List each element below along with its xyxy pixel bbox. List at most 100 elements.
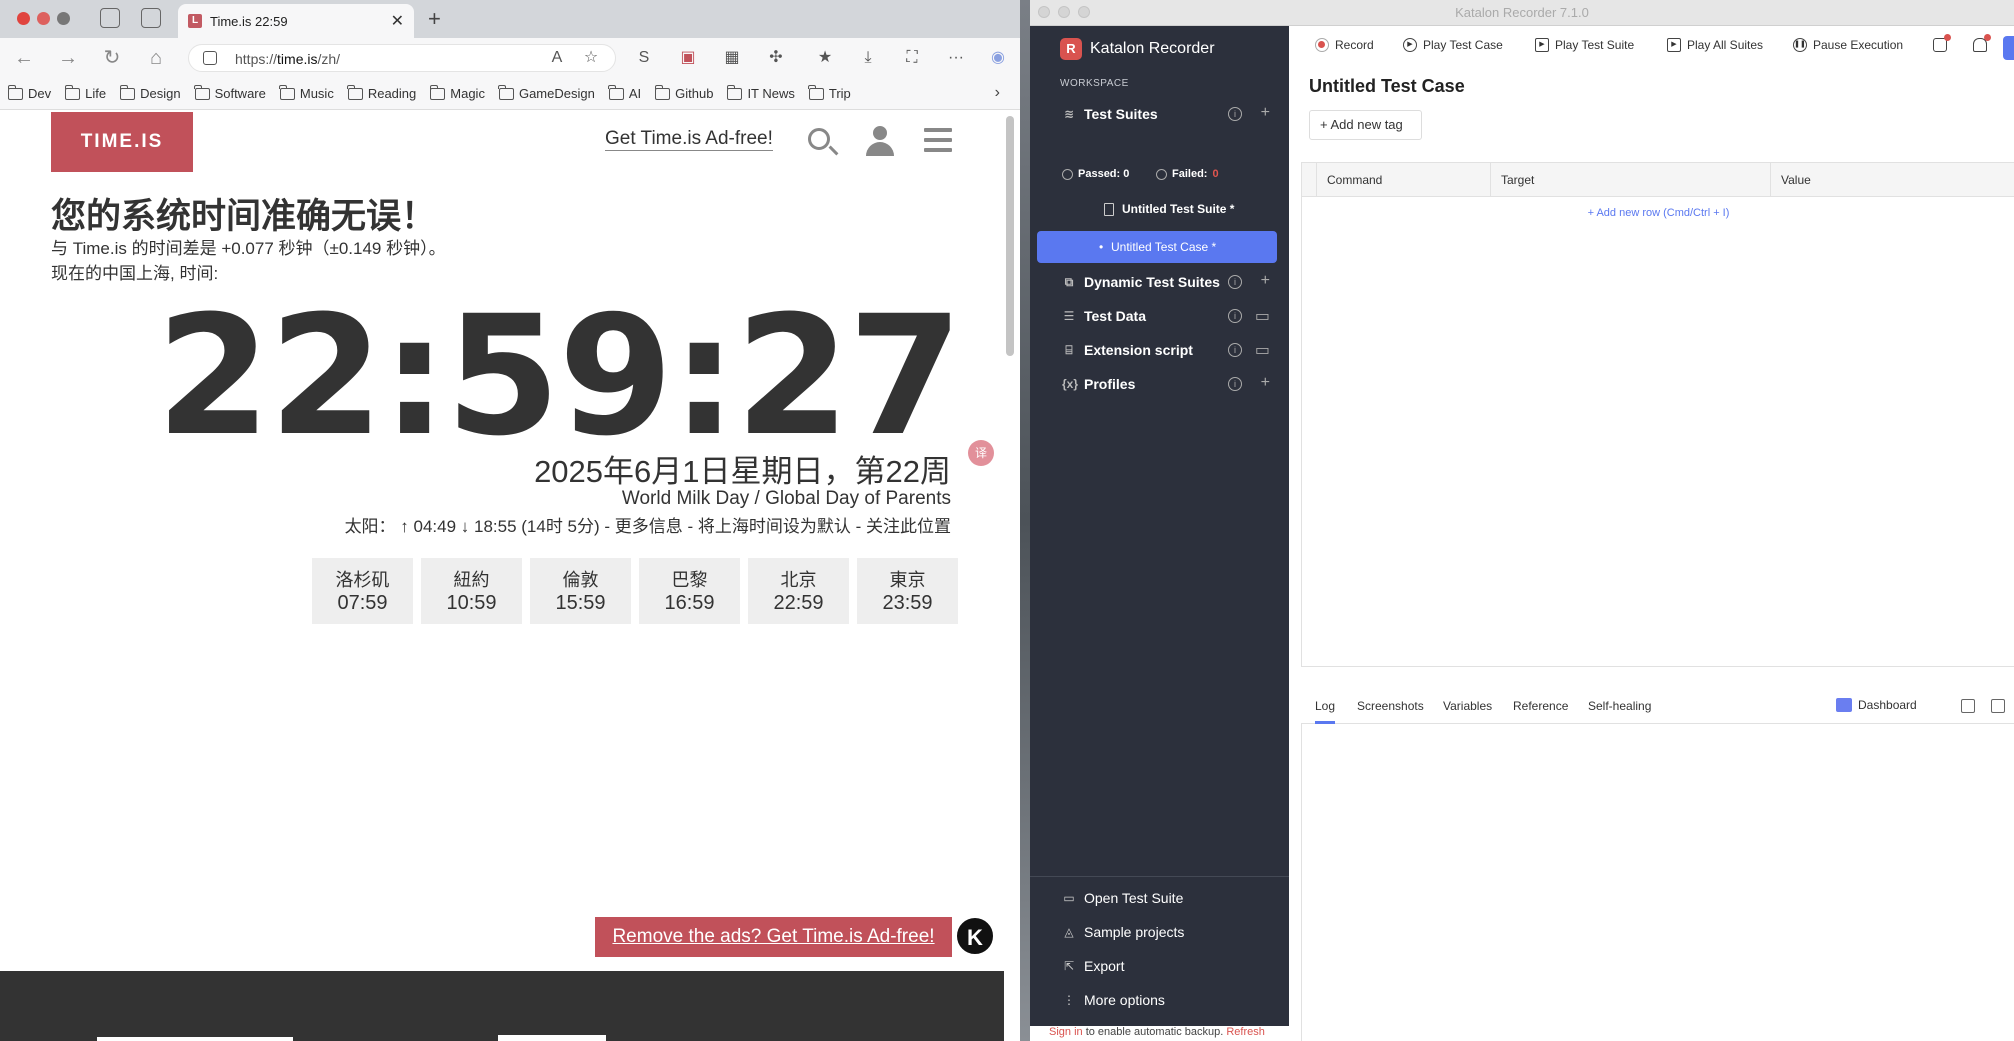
sidebar-test-suites[interactable]: ≋ Test Suites i + — [1062, 102, 1282, 126]
add-icon[interactable]: + — [1261, 104, 1270, 122]
sidebar-profiles[interactable]: {x} Profiles i + — [1062, 372, 1282, 396]
refresh-link[interactable]: Refresh — [1226, 1026, 1265, 1038]
add-icon[interactable]: + — [1261, 272, 1270, 290]
info-icon[interactable]: i — [1228, 343, 1242, 357]
folder-icon — [194, 84, 210, 100]
city-card[interactable]: 洛杉矶 07:59 — [312, 558, 413, 624]
backup-status-bar: Sign in to enable automatic backup. Refr… — [1030, 1026, 1289, 1041]
add-new-row-link[interactable]: + Add new row (Cmd/Ctrl + I) — [1302, 207, 2014, 219]
city-card[interactable]: 北京 22:59 — [748, 558, 849, 624]
bookmark-folder[interactable]: Github — [654, 84, 713, 101]
bookmark-folder[interactable]: Music — [279, 84, 334, 101]
favorites-icon[interactable]: ★ — [815, 48, 835, 68]
bookmark-folder[interactable]: Magic — [429, 84, 485, 101]
tab-self-healing[interactable]: Self-healing — [1588, 699, 1651, 713]
chevron-right-icon[interactable]: › — [995, 84, 1000, 102]
tab-actions-icon[interactable] — [141, 8, 161, 28]
more-options-button[interactable]: ⋮ More options — [1062, 992, 1165, 1008]
bookmark-folder[interactable]: IT News — [726, 84, 795, 101]
close-window-button[interactable] — [17, 12, 30, 25]
translate-icon[interactable]: 译 — [968, 440, 994, 466]
play-test-suite-button[interactable]: ▶ Play Test Suite — [1535, 38, 1634, 52]
downloads-icon[interactable]: ⤓ — [858, 48, 878, 68]
favorite-star-icon[interactable]: ☆ — [581, 48, 601, 68]
tab-time-is[interactable]: L Time.is 22:59 ✕ — [178, 4, 414, 38]
event-line[interactable]: World Milk Day / Global Day of Parents — [622, 488, 951, 510]
time-is-logo[interactable]: TIME.IS — [51, 112, 193, 172]
bookmark-folder[interactable]: Software — [194, 84, 266, 101]
folder-icon — [7, 84, 23, 100]
sidebar-extension-script[interactable]: ⌸ Extension script i ▭ — [1062, 338, 1282, 362]
trash-icon[interactable] — [1991, 699, 2005, 713]
extensions-puzzle-icon[interactable]: ✣ — [766, 48, 786, 68]
add-icon[interactable]: + — [1261, 374, 1270, 392]
tab-variables[interactable]: Variables — [1443, 699, 1492, 713]
screenshot-icon[interactable]: ⛶ — [902, 48, 922, 68]
info-icon[interactable]: i — [1228, 377, 1242, 391]
bookmark-folder[interactable]: Life — [64, 84, 106, 101]
record-button[interactable]: Record — [1315, 38, 1374, 52]
bookmark-folder[interactable]: Trip — [808, 84, 851, 101]
tab-log[interactable]: Log — [1315, 699, 1336, 724]
city-card[interactable]: 東京 23:59 — [857, 558, 958, 624]
sign-in-link[interactable]: Sign in — [1049, 1026, 1083, 1038]
save-log-icon[interactable] — [1961, 699, 1975, 713]
hamburger-menu-icon[interactable] — [924, 128, 952, 158]
info-icon[interactable]: i — [1228, 275, 1242, 289]
forward-icon[interactable]: → — [56, 46, 80, 70]
bookmark-folder[interactable]: Reading — [347, 84, 416, 101]
bookmark-folder[interactable]: Design — [119, 84, 181, 101]
add-new-tag-button[interactable]: + Add new tag — [1309, 110, 1422, 140]
pause-execution-button[interactable]: ❚❚ Pause Execution — [1793, 38, 1903, 52]
test-case-item-selected[interactable]: Untitled Test Case * — [1037, 231, 1277, 263]
remove-ads-banner[interactable]: Remove the ads? Get Time.is Ad-free! — [595, 917, 952, 957]
search-icon[interactable] — [808, 128, 830, 150]
user-icon[interactable] — [866, 126, 894, 158]
report-icon[interactable] — [1933, 34, 1951, 52]
profile-icon[interactable] — [100, 8, 120, 28]
minimize-window-button[interactable] — [37, 12, 50, 25]
export-button[interactable]: ⇱ Export — [1062, 958, 1125, 974]
home-icon[interactable]: ⌂ — [144, 46, 168, 70]
katalon-k-icon[interactable]: K — [955, 916, 995, 956]
tab-reference[interactable]: Reference — [1513, 699, 1568, 713]
sidebar-test-data[interactable]: ☰ Test Data i ▭ — [1062, 304, 1282, 328]
tab-screenshots[interactable]: Screenshots — [1357, 699, 1424, 713]
copilot-icon[interactable]: ◉ — [988, 48, 1008, 68]
zoom-window-button[interactable] — [57, 12, 70, 25]
bookmark-folder[interactable]: GameDesign — [498, 84, 595, 101]
extension-grid-icon[interactable]: ▦ — [722, 48, 742, 68]
address-bar[interactable]: https://time.is/zh/ A ☆ — [188, 44, 616, 72]
bookmark-folder[interactable]: AI — [608, 84, 641, 101]
back-icon[interactable]: ← — [12, 46, 36, 70]
test-suite-item[interactable]: Untitled Test Suite * — [1104, 202, 1234, 216]
close-tab-icon[interactable]: ✕ — [391, 11, 404, 31]
sun-info-line[interactable]: 太阳： ↑ 04:49 ↓ 18:55 (14时 5分) - 更多信息 - 将上… — [345, 512, 951, 537]
read-aloud-icon[interactable]: A — [547, 48, 567, 68]
sidebar-dynamic-test-suites[interactable]: ⧉ Dynamic Test Suites i + — [1062, 270, 1282, 294]
upgrade-button-edge[interactable] — [2003, 36, 2014, 60]
city-card[interactable]: 倫敦 15:59 — [530, 558, 631, 624]
new-tab-button[interactable]: + — [428, 6, 441, 32]
more-icon[interactable]: ··· — [946, 48, 966, 68]
info-icon[interactable]: i — [1228, 309, 1242, 323]
sample-projects-button[interactable]: ◬ Sample projects — [1062, 924, 1184, 940]
bookmark-folder[interactable]: Dev — [7, 84, 51, 101]
dashboard-button[interactable]: Dashboard — [1836, 698, 1917, 712]
folder-open-icon[interactable]: ▭ — [1255, 340, 1270, 360]
play-test-case-button[interactable]: ▶ Play Test Case — [1403, 38, 1503, 52]
info-icon[interactable]: i — [1228, 107, 1242, 121]
play-all-suites-button[interactable]: ▶ Play All Suites — [1667, 38, 1763, 52]
city-card[interactable]: 巴黎 16:59 — [639, 558, 740, 624]
city-card[interactable]: 紐約 10:59 — [421, 558, 522, 624]
page-scrollbar[interactable] — [1006, 116, 1014, 356]
play-suite-icon: ▶ — [1535, 38, 1549, 52]
extension-red-icon[interactable]: ▣ — [678, 48, 698, 68]
folder-open-icon[interactable]: ▭ — [1255, 306, 1270, 326]
folder-icon — [347, 84, 363, 100]
open-test-suite-button[interactable]: ▭ Open Test Suite — [1062, 890, 1183, 906]
adfree-link[interactable]: Get Time.is Ad-free! — [605, 128, 773, 151]
extension-s-icon[interactable]: S — [634, 48, 654, 68]
reload-icon[interactable]: ↻ — [100, 46, 124, 70]
notification-bell-icon[interactable] — [1973, 34, 1991, 52]
